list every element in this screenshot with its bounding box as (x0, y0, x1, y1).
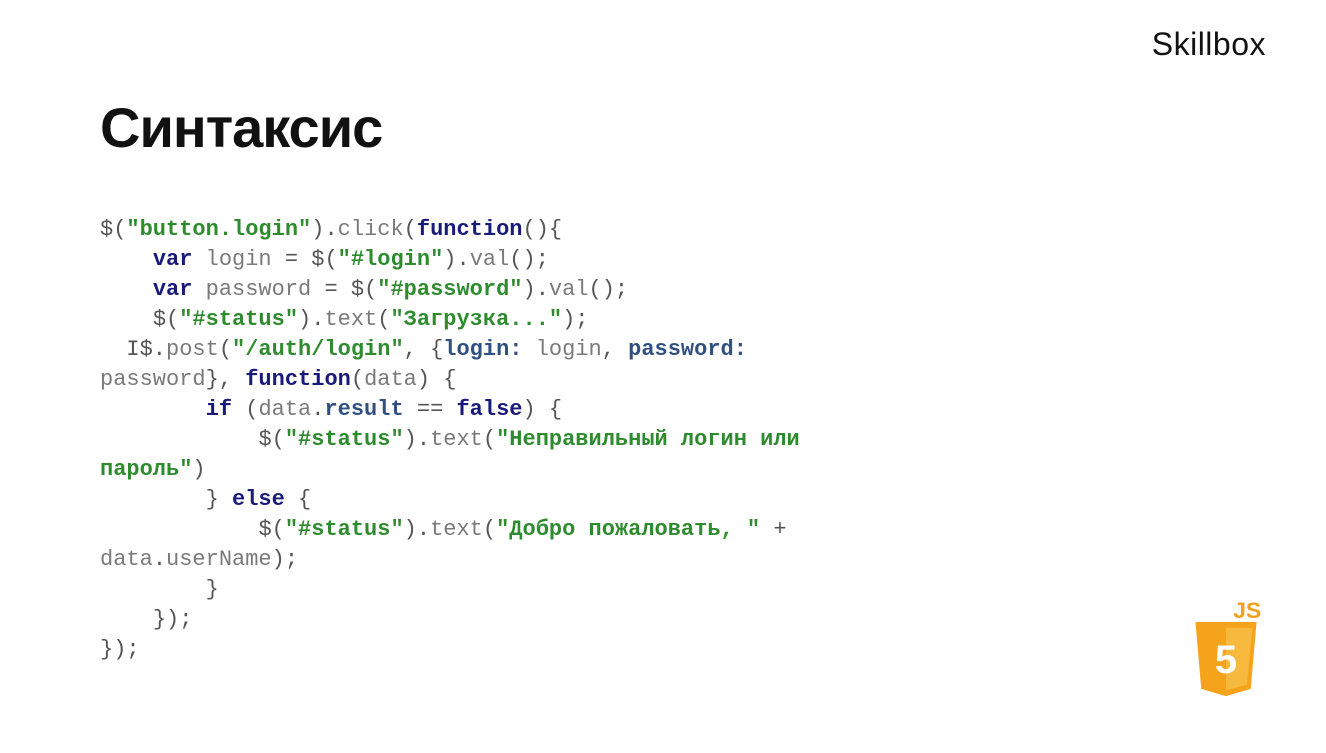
html5-shield-icon: 5 (1186, 622, 1266, 702)
brand-logo: Skillbox (1152, 26, 1266, 63)
svg-text:5: 5 (1215, 638, 1237, 682)
js-label: JS (1233, 598, 1272, 624)
js-badge: JS 5 (1181, 598, 1271, 698)
code-block: $("button.login").click(function(){ var … (100, 215, 800, 665)
slide-title: Синтаксис (100, 95, 382, 160)
